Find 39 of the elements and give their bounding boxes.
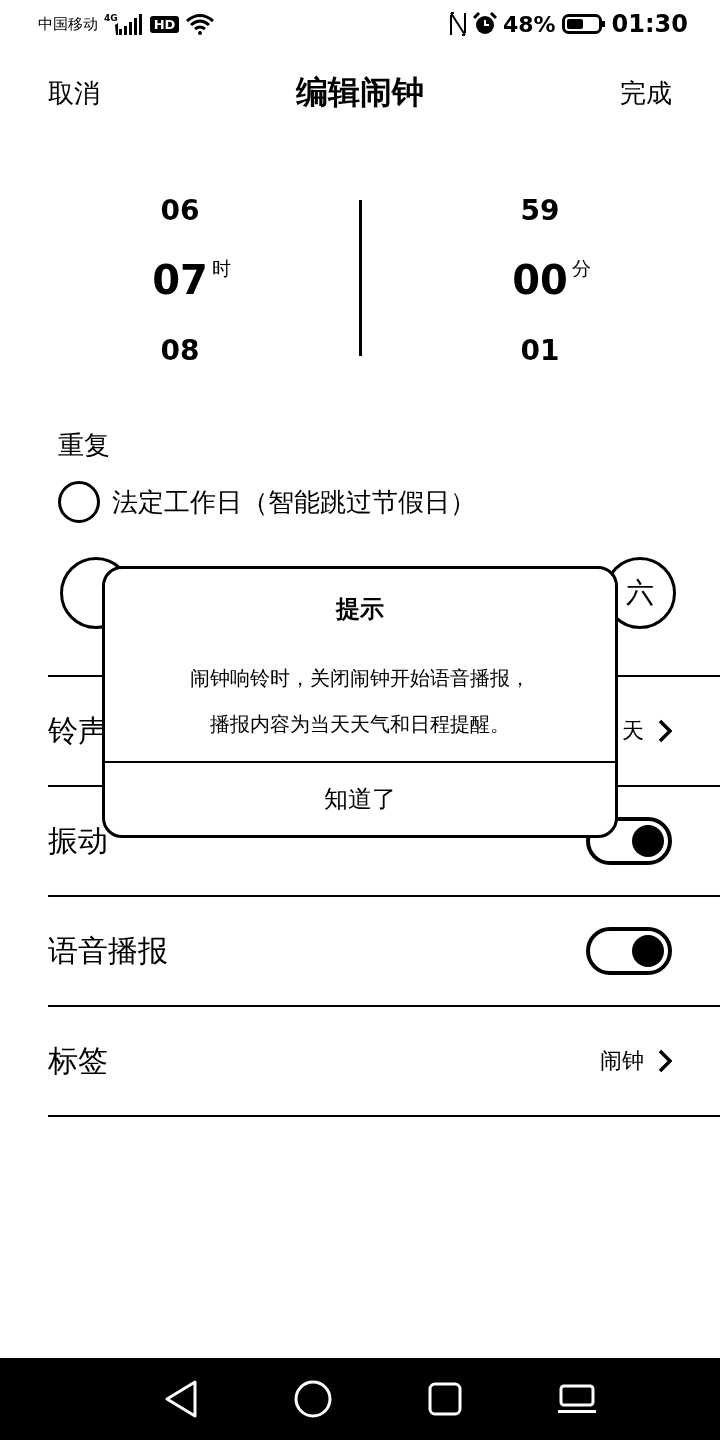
picker-option[interactable]: 01	[520, 333, 560, 367]
battery-icon	[561, 13, 606, 35]
battery-percent: 48%	[502, 11, 556, 37]
radio-button[interactable]	[58, 481, 100, 523]
nfc-icon	[448, 11, 467, 37]
page-title: 编辑闹钟	[296, 72, 424, 113]
clock-time: 01:30	[611, 10, 688, 38]
carrier-name: 中国移动	[38, 14, 98, 34]
picker-value[interactable]: 00	[512, 257, 568, 303]
picker-option[interactable]: 08	[160, 333, 200, 367]
setting-value: 闹钟	[600, 1047, 644, 1075]
unit-label: 分	[571, 256, 591, 281]
toggle-switch[interactable]	[586, 927, 672, 975]
setting-label: 振动	[48, 821, 108, 860]
setting-label: 语音播报	[48, 931, 168, 970]
chevron-right-icon	[658, 719, 672, 743]
wifi-icon	[185, 13, 216, 35]
dialog-message: 播报内容为当天天气和日程提醒。	[209, 711, 511, 738]
dialog-title: 提示	[334, 594, 385, 625]
chevron-right-icon	[658, 1049, 672, 1073]
got-it-button[interactable]: 知道了	[105, 761, 615, 835]
done-button[interactable]: 完成	[620, 75, 672, 111]
hd-badge: HD	[149, 15, 180, 33]
laptop-icon[interactable]	[558, 1384, 596, 1414]
cancel-button[interactable]: 取消	[48, 75, 100, 111]
back-icon[interactable]	[164, 1380, 198, 1418]
setting-value: 天	[622, 717, 644, 745]
section-label: 重复	[58, 429, 111, 462]
unit-label: 时	[211, 256, 231, 281]
dialog-message: 闹钟响铃时，关闭闹钟开始语音播报，	[189, 665, 531, 692]
picker-option[interactable]: 06	[160, 193, 200, 227]
alarm-icon	[472, 12, 497, 36]
setting-label: 标签	[48, 1041, 108, 1080]
radio-label: 法定工作日（智能跳过节假日）	[112, 485, 476, 519]
home-icon[interactable]	[294, 1380, 332, 1418]
picker-value[interactable]: 07	[152, 257, 208, 303]
recents-icon[interactable]	[428, 1382, 462, 1416]
network-type: 4G	[104, 13, 118, 23]
picker-option[interactable]: 59	[520, 193, 560, 227]
